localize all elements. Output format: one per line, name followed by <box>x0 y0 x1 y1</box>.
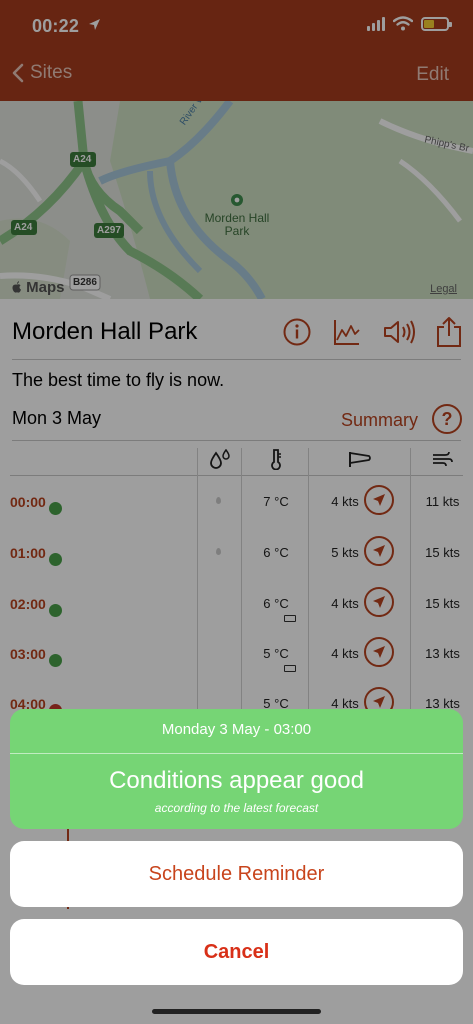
cancel-button[interactable]: Cancel <box>10 919 463 985</box>
conditions-subtext: according to the latest forecast <box>154 801 319 815</box>
screen: 00:22 Sites Edit A24 A24 A297 B286 Morde… <box>0 0 473 1024</box>
schedule-reminder-button[interactable]: Schedule Reminder <box>10 841 463 907</box>
conditions-headline: Conditions appear good <box>109 767 364 794</box>
home-indicator[interactable] <box>152 1009 321 1014</box>
conditions-divider <box>10 753 463 754</box>
conditions-card: Monday 3 May - 03:00 Conditions appear g… <box>10 709 463 829</box>
conditions-date: Monday 3 May - 03:00 <box>161 721 312 738</box>
